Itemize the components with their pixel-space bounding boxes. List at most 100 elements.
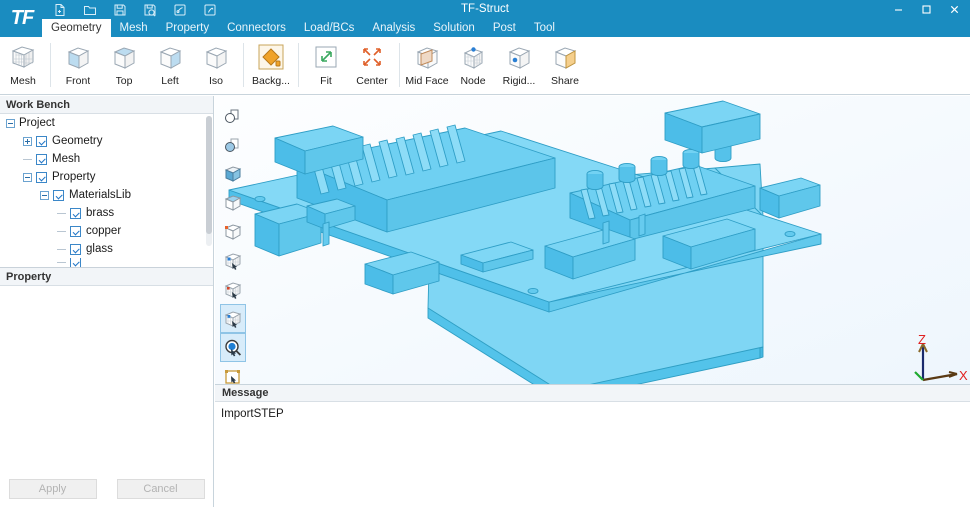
application-window: TF TF-Struct Geometry Mesh Property Conn… [0, 0, 970, 507]
view-top-cube-icon [108, 41, 140, 73]
tab-solution[interactable]: Solution [424, 19, 484, 37]
tab-tool[interactable]: Tool [525, 19, 564, 37]
tree-leaf-connector-icon [57, 227, 66, 236]
tree-expander-icon[interactable] [23, 172, 32, 182]
property-body [0, 286, 213, 484]
pick-magnifier-icon[interactable] [220, 333, 246, 362]
tree-checkbox[interactable] [36, 135, 47, 147]
view-iso-cube-icon [200, 41, 232, 73]
tree-scrollbar[interactable] [206, 116, 212, 246]
tree-item-project[interactable]: Project [0, 114, 213, 132]
ribbon-button-mesh[interactable]: Mesh [0, 37, 46, 93]
svg-text:Z: Z [918, 332, 926, 347]
svg-text:X: X [959, 368, 968, 383]
tree-checkbox[interactable] [70, 243, 81, 255]
3d-viewport[interactable]: Z X [215, 96, 970, 384]
ribbon-button-left[interactable]: Left [147, 37, 193, 93]
property-button-row: Apply Cancel [0, 479, 213, 499]
select-face-cube-icon[interactable] [220, 188, 246, 217]
share-face-icon [549, 41, 581, 73]
ribbon-button-label: Left [161, 75, 179, 87]
tab-mesh[interactable]: Mesh [111, 19, 157, 37]
ribbon-button-label: Center [356, 75, 388, 87]
ribbon-button-label: Mid Face [405, 75, 449, 87]
tree-leaf-connector-icon [57, 258, 66, 267]
tree-checkbox[interactable] [70, 207, 81, 219]
menu-tab-bar: Geometry Mesh Property Connectors Load/BCs An… [42, 19, 564, 37]
ribbon-button-label: Backg... [252, 75, 290, 87]
tree-item-label: Property [52, 171, 96, 183]
ribbon-button-front[interactable]: Front [55, 37, 101, 93]
ribbon-button-node[interactable]: Node [450, 37, 496, 93]
ribbon-separator [399, 43, 400, 87]
apply-button[interactable]: Apply [8, 479, 97, 499]
ribbon-separator [243, 43, 244, 87]
minimize-button[interactable] [884, 0, 912, 19]
ribbon-separator [298, 43, 299, 87]
close-button[interactable] [940, 0, 968, 19]
ribbon-toolbar: Mesh Front Top Left Iso Backg... Fit Center Mid … [0, 37, 970, 95]
ribbon-button-top[interactable]: Top [101, 37, 147, 93]
property-header: Property [0, 268, 213, 286]
ribbon-button-rigid-[interactable]: Rigid... [496, 37, 542, 93]
select-node-grid-icon[interactable] [220, 275, 246, 304]
shaded-sphere-icon[interactable] [220, 130, 246, 159]
ribbon-button-label: Node [460, 75, 486, 87]
project-tree[interactable]: Project Geometry Mesh Property MaterialsLib b… [0, 114, 213, 268]
tree-item-label: brass [86, 207, 115, 219]
ribbon-button-iso[interactable]: Iso [193, 37, 239, 93]
tab-property[interactable]: Property [157, 19, 218, 37]
rectangle-select-icon[interactable] [220, 362, 246, 391]
ribbon-button-label: Mesh [10, 75, 36, 87]
tree-item-materialslib[interactable]: MaterialsLib [0, 186, 213, 204]
tree-checkbox[interactable] [70, 258, 81, 267]
tree-item-label: MaterialsLib [69, 189, 131, 201]
tree-item-partial[interactable] [0, 258, 213, 267]
tab-connectors[interactable]: Connectors [218, 19, 295, 37]
ribbon-button-share[interactable]: Share [542, 37, 588, 93]
wireframe-shape-icon[interactable] [220, 101, 246, 130]
ribbon-separator [50, 43, 51, 87]
tree-expander-icon[interactable] [6, 118, 15, 128]
tab-post[interactable]: Post [484, 19, 525, 37]
tree-checkbox[interactable] [36, 153, 47, 165]
tree-checkbox[interactable] [36, 171, 47, 183]
tree-item-brass[interactable]: brass [0, 204, 213, 222]
tree-checkbox[interactable] [70, 225, 81, 237]
box-select-grid-icon[interactable] [220, 304, 246, 333]
ribbon-button-fit[interactable]: Fit [303, 37, 349, 93]
tree-item-mesh[interactable]: Mesh [0, 150, 213, 168]
tab-load-bcs[interactable]: Load/BCs [295, 19, 364, 37]
left-dock-panel: Work Bench Project Geometry Mesh Property Ma… [0, 96, 214, 507]
shaded-solid-cube-icon[interactable] [220, 159, 246, 188]
maximize-button[interactable] [912, 0, 940, 19]
tree-expander-icon[interactable] [23, 136, 32, 146]
tree-item-property[interactable]: Property [0, 168, 213, 186]
tree-item-label: Project [19, 117, 55, 129]
view-left-cube-icon [154, 41, 186, 73]
tab-geometry[interactable]: Geometry [42, 19, 111, 37]
tree-item-copper[interactable]: copper [0, 222, 213, 240]
tree-item-label: Geometry [52, 135, 103, 147]
ribbon-button-center[interactable]: Center [349, 37, 395, 93]
ribbon-button-label: Rigid... [502, 75, 536, 87]
tree-item-geometry[interactable]: Geometry [0, 132, 213, 150]
cancel-button[interactable]: Cancel [116, 479, 205, 499]
tree-expander-icon[interactable] [40, 190, 49, 200]
mesh-grid-cube-icon [7, 41, 39, 73]
ribbon-button-mid-face[interactable]: Mid Face [404, 37, 450, 93]
select-element-grid-icon[interactable] [220, 246, 246, 275]
ribbon-button-backg-[interactable]: Backg... [248, 37, 294, 93]
window-title: TF-Struct [461, 3, 509, 15]
fit-arrows-icon [310, 41, 342, 73]
tree-leaf-connector-icon [57, 209, 66, 218]
select-vertex-cube-icon[interactable] [220, 217, 246, 246]
tree-checkbox[interactable] [53, 189, 64, 201]
message-header: Message [215, 385, 970, 402]
ribbon-group-4: Mid Face Node Rigid... Share [404, 37, 588, 95]
tab-analysis[interactable]: Analysis [363, 19, 424, 37]
ribbon-button-label: Iso [208, 75, 223, 87]
center-arrows-icon [356, 41, 388, 73]
tree-item-label: glass [86, 243, 113, 255]
tree-item-glass[interactable]: glass [0, 240, 213, 258]
